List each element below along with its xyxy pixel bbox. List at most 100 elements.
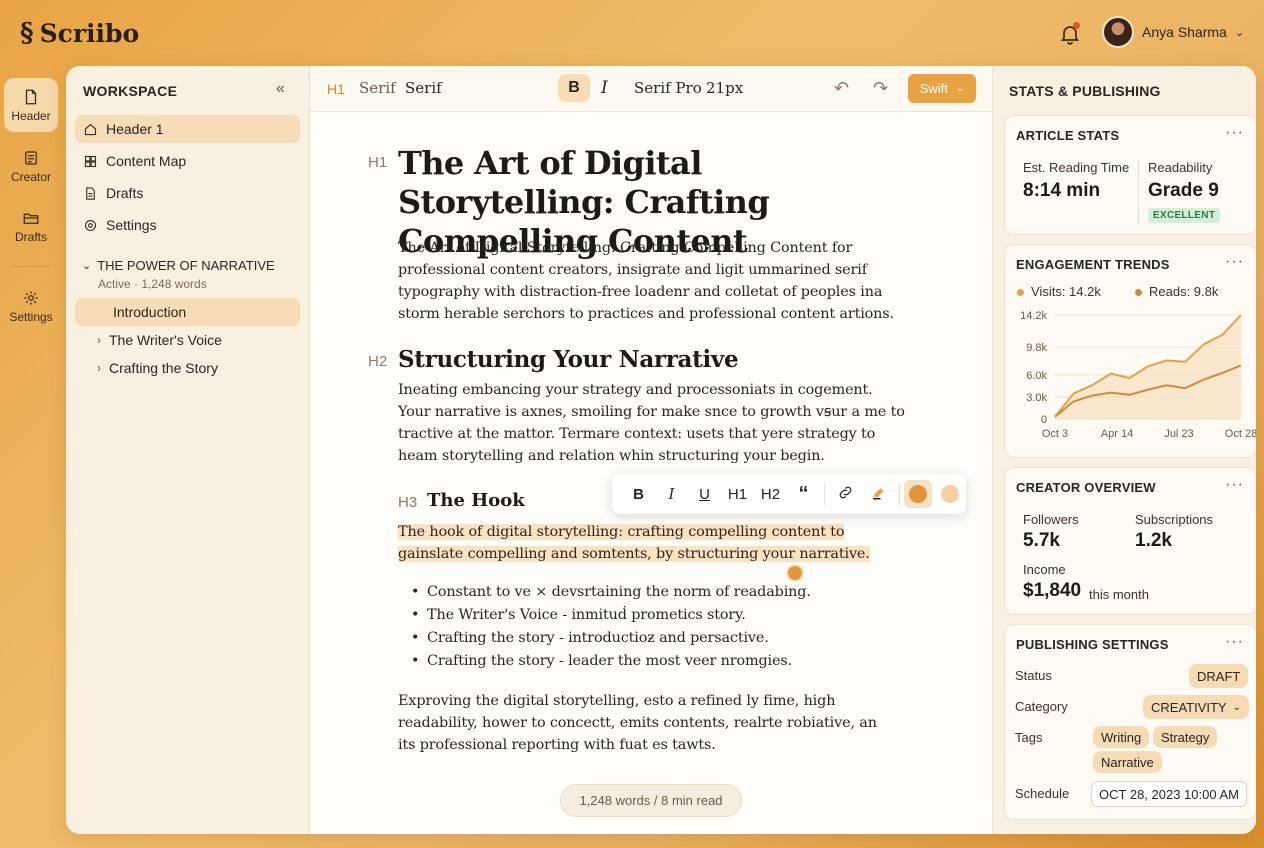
paragraph[interactable]: Exproving the digital storytelling, esto… bbox=[398, 690, 898, 756]
app-name: Scriibo bbox=[39, 18, 140, 48]
nav-item-drafts[interactable]: Drafts bbox=[75, 179, 300, 207]
status-label: Status bbox=[1015, 668, 1052, 683]
rail-item-settings[interactable]: Settings bbox=[4, 279, 58, 333]
x-tick-label: Jul 23 bbox=[1164, 428, 1193, 440]
h1-button[interactable]: H1 bbox=[721, 486, 754, 503]
y-tick-label: 3.0k bbox=[1026, 392, 1047, 404]
engagement-card: ENGAGEMENT TRENDS ··· Visits: 14.2k Read… bbox=[1004, 244, 1256, 458]
italic-button[interactable]: I bbox=[655, 485, 688, 503]
section-header[interactable]: ⌄ THE POWER OF NARRATIVE bbox=[82, 258, 275, 273]
tree-item-crafting-story[interactable]: › Crafting the Story bbox=[75, 354, 300, 382]
workspace-sidebar: WORKSPACE « Header 1 Content Map Drafts … bbox=[66, 66, 310, 834]
link-icon[interactable] bbox=[829, 484, 862, 505]
list-item[interactable]: Crafting the story - introductioƶ and pe… bbox=[411, 627, 897, 650]
highlighter-icon[interactable] bbox=[862, 483, 895, 505]
bold-button[interactable]: B bbox=[622, 486, 655, 503]
swatch bbox=[941, 485, 959, 503]
publishing-settings-card: PUBLISHING SETTINGS ··· Status DRAFT Cat… bbox=[1004, 624, 1256, 820]
highlight: The hook of digital storytelling: crafti… bbox=[398, 524, 870, 562]
quote-button[interactable]: “ bbox=[787, 483, 820, 506]
main-window: WORKSPACE « Header 1 Content Map Drafts … bbox=[66, 66, 1256, 834]
heading-tag: H1 bbox=[368, 154, 388, 171]
underline-button[interactable]: U bbox=[688, 486, 721, 503]
divider bbox=[899, 483, 900, 505]
collapse-sidebar-icon[interactable]: « bbox=[276, 80, 285, 98]
user-menu[interactable]: Anya Sharma ⌄ bbox=[1102, 16, 1244, 48]
nav-item-settings[interactable]: Settings bbox=[75, 211, 300, 239]
schedule-label: Schedule bbox=[1015, 786, 1070, 801]
legend-dot bbox=[1017, 289, 1024, 296]
rail-label: Creator bbox=[10, 169, 51, 184]
rail-label: Settings bbox=[9, 309, 53, 324]
list-item[interactable]: Constant to ve × devsrtaining the norm o… bbox=[411, 581, 897, 604]
heading-level-button[interactable]: H1 bbox=[327, 81, 345, 97]
followers-label: Followers bbox=[1023, 512, 1079, 527]
font-family-button[interactable]: Serif bbox=[405, 79, 442, 97]
status-badge[interactable]: DRAFT bbox=[1189, 664, 1249, 688]
comment-marker[interactable] bbox=[786, 564, 804, 582]
h2-button[interactable]: H2 bbox=[754, 486, 787, 503]
mode-label: Swift bbox=[919, 81, 948, 96]
italic-button[interactable]: I bbox=[601, 78, 608, 98]
divider bbox=[1138, 160, 1139, 224]
creator-overview-card: CREATOR OVERVIEW ··· Followers 5.7k Subs… bbox=[1004, 467, 1256, 615]
tree-label: Introduction bbox=[113, 304, 187, 320]
category-value: CREATIVITY bbox=[1151, 699, 1227, 715]
heading-tag: H3 bbox=[398, 494, 418, 511]
chevron-down-icon: ⌄ bbox=[955, 83, 965, 94]
section-heading[interactable]: Structuring Your Narrative bbox=[398, 346, 739, 373]
gear-icon bbox=[84, 219, 97, 231]
y-tick-label: 14.2k bbox=[1020, 310, 1047, 322]
tag-chip[interactable]: Narrative bbox=[1093, 751, 1162, 773]
mode-dropdown[interactable]: Swift ⌄ bbox=[908, 74, 976, 103]
nav-item-content-map[interactable]: Content Map bbox=[75, 147, 300, 175]
more-icon[interactable]: ··· bbox=[1225, 476, 1244, 494]
font-size-select[interactable]: 21px bbox=[706, 79, 743, 97]
subsection-heading[interactable]: The Hook bbox=[427, 490, 525, 511]
bold-button[interactable]: B bbox=[558, 74, 590, 102]
x-tick-label: Apr 14 bbox=[1101, 428, 1133, 440]
list-item[interactable]: The Writer's Voice - inmituḋ prometics s… bbox=[411, 604, 897, 627]
color-swatch-orange[interactable] bbox=[904, 480, 932, 508]
rail-label: Header bbox=[11, 108, 51, 123]
category-select[interactable]: CREATIVITY ⌄ bbox=[1143, 695, 1249, 719]
schedule-input[interactable]: OCT 28, 2023 10:00 AM bbox=[1091, 781, 1247, 807]
logo-mark-icon: § bbox=[20, 18, 34, 48]
x-tick-label: Oct 3 bbox=[1042, 428, 1068, 440]
font-select[interactable]: Serif Pro bbox=[634, 79, 702, 97]
tree-item-writers-voice[interactable]: › The Writer's Voice bbox=[75, 326, 300, 354]
paragraph[interactable]: Ineating embancing your strategy and pro… bbox=[398, 379, 908, 467]
rail-item-creator[interactable]: Creator bbox=[4, 139, 58, 193]
nav-item-header-1[interactable]: Header 1 bbox=[75, 115, 300, 143]
y-tick-label: 9.8k bbox=[1026, 342, 1047, 354]
tag-chip[interactable]: Writing bbox=[1093, 726, 1150, 748]
more-icon[interactable]: ··· bbox=[1225, 633, 1244, 651]
chevron-right-icon: › bbox=[97, 333, 101, 347]
more-icon[interactable]: ··· bbox=[1225, 253, 1244, 271]
paragraph[interactable]: The Art of Digital Storytelling: Craftin… bbox=[398, 237, 908, 325]
undo-icon[interactable]: ↶ bbox=[834, 78, 849, 99]
color-swatch-peach[interactable] bbox=[936, 480, 964, 508]
app-logo[interactable]: § Scriibo bbox=[20, 18, 139, 48]
more-icon[interactable]: ··· bbox=[1225, 124, 1244, 142]
card-title: CREATOR OVERVIEW bbox=[1016, 480, 1156, 495]
user-name: Anya Sharma bbox=[1142, 24, 1227, 40]
tag-chip[interactable]: Strategy bbox=[1153, 726, 1218, 748]
highlighted-paragraph[interactable]: The hook of digital storytelling: crafti… bbox=[398, 521, 898, 565]
subscriptions-value: 1.2k bbox=[1135, 530, 1172, 551]
font-style-button[interactable]: Serif bbox=[359, 79, 396, 97]
top-bar: § Scriibo Anya Sharma ⌄ bbox=[0, 0, 1264, 66]
rail-item-header[interactable]: Header bbox=[4, 78, 58, 132]
rail-divider bbox=[12, 266, 50, 267]
legend-reads: Reads: 9.8k bbox=[1149, 284, 1219, 299]
tree-item-introduction[interactable]: Introduction bbox=[75, 298, 300, 326]
income-value: $1,840 bbox=[1023, 580, 1082, 601]
card-title: ARTICLE STATS bbox=[1016, 128, 1120, 143]
section-subtitle: Active · 1,248 words bbox=[98, 277, 207, 291]
list-item[interactable]: Crafting the story - leader the most vee… bbox=[411, 650, 897, 673]
chevron-down-icon: ⌄ bbox=[1234, 26, 1245, 39]
rail-item-drafts[interactable]: Drafts bbox=[4, 199, 58, 253]
redo-icon[interactable]: ↷ bbox=[873, 78, 888, 99]
editor-toolbar: H1 Serif Serif B I Serif Pro 21px ↶ ↷ Sw… bbox=[310, 66, 992, 112]
bullet-list: Constant to ve × devsrtaining the norm o… bbox=[411, 581, 897, 673]
